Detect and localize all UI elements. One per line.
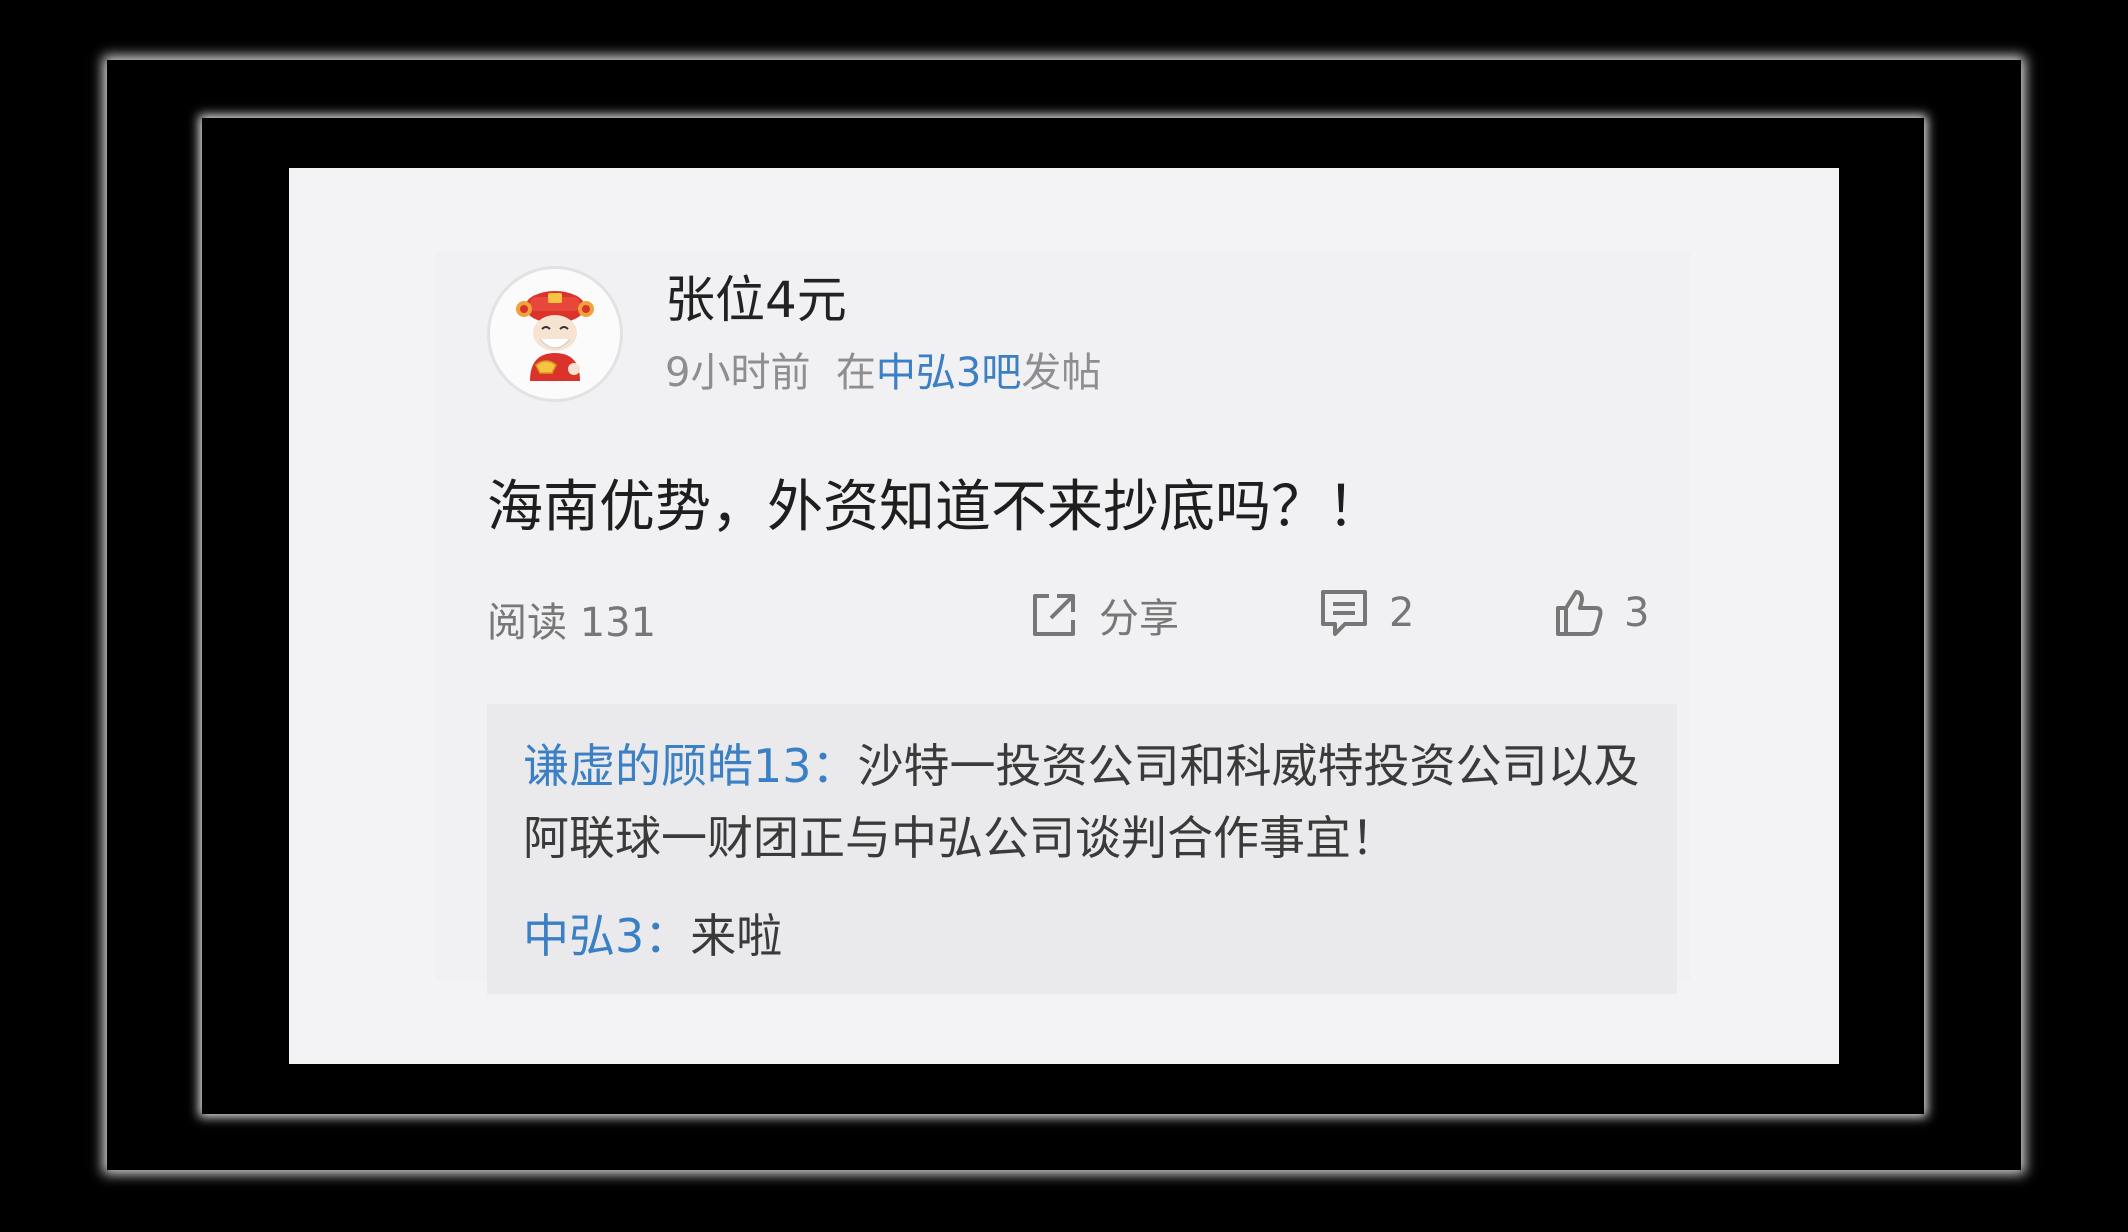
comment-item[interactable]: 谦虚的顾皓13：沙特一投资公司和科威特投资公司以及阿联球一财团正与中弘公司谈判合… xyxy=(523,730,1663,874)
share-button[interactable]: 分享 xyxy=(1027,586,1179,644)
post-body[interactable]: 海南优势，外资知道不来抄底吗？！ xyxy=(487,462,1383,543)
comment-item[interactable]: 中弘3：来啦 xyxy=(523,900,1663,972)
username[interactable]: 张位4元 xyxy=(665,260,847,332)
comment-text: 来啦 xyxy=(690,909,783,963)
in-prefix: 在 xyxy=(835,350,876,396)
screen: 张位4元 9小时前 在中弘3吧发帖 海南优势，外资知道不来抄底吗？！ 阅读 13… xyxy=(289,168,1839,1064)
share-icon xyxy=(1033,594,1075,636)
post-time: 9小时前 xyxy=(665,350,811,396)
posted-suffix: 发帖 xyxy=(1021,350,1102,396)
action-bar: 阅读 131 分享 2 3 xyxy=(487,580,1649,650)
forum-link[interactable]: 中弘3吧 xyxy=(876,350,1021,396)
avatar[interactable] xyxy=(487,266,623,402)
like-button[interactable]: 3 xyxy=(1552,586,1649,640)
thumbs-up-icon xyxy=(1556,590,1603,636)
post-meta: 9小时前 在中弘3吧发帖 xyxy=(665,340,1101,398)
like-count: 3 xyxy=(1624,590,1650,636)
share-label: 分享 xyxy=(1099,596,1179,642)
comment-preview[interactable]: 谦虚的顾皓13：沙特一投资公司和科威特投资公司以及阿联球一财团正与中弘公司谈判合… xyxy=(487,704,1677,994)
comment-icon xyxy=(1321,590,1367,636)
read-count: 阅读 131 xyxy=(487,600,657,646)
fortune-god-avatar-icon xyxy=(516,291,594,381)
comment-count: 2 xyxy=(1389,590,1415,636)
comment-author[interactable]: 中弘3： xyxy=(523,909,690,963)
post-card[interactable]: 张位4元 9小时前 在中弘3吧发帖 海南优势，外资知道不来抄底吗？！ 阅读 13… xyxy=(435,252,1691,994)
comment-author[interactable]: 谦虚的顾皓13： xyxy=(523,739,858,793)
comment-button[interactable]: 2 xyxy=(1317,586,1414,640)
